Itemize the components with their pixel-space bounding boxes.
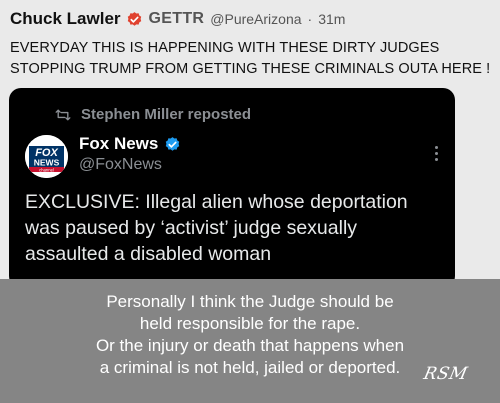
more-options-icon[interactable]	[433, 146, 439, 166]
separator-dot: ·	[307, 11, 313, 27]
handwritten-signature: RSM	[421, 364, 470, 384]
verified-badge-icon	[166, 136, 180, 151]
caption-line: held responsible for the rape.	[139, 314, 361, 333]
caption-line: Or the injury or death that happens when	[95, 336, 405, 355]
source-name[interactable]: Fox News	[79, 134, 158, 154]
embedded-headline: EXCLUSIVE: Illegal alien whose deportati…	[25, 189, 450, 267]
headline-line: was paused by ‘activist’ judge sexually	[25, 217, 358, 239]
source-handle[interactable]: @FoxNews	[79, 156, 162, 174]
repost-icon	[55, 109, 71, 120]
more-dot	[434, 152, 438, 155]
logo-text-news: NEWS	[34, 158, 60, 168]
logo-text-channel: channel	[39, 167, 54, 172]
caption-overlay: Personally I think the Judge should be h…	[0, 279, 500, 403]
author-handle[interactable]: @PureArizona	[210, 11, 301, 27]
fox-news-logo-icon: FOX NEWS channel	[25, 135, 68, 178]
verified-badge-icon	[127, 11, 141, 26]
source-name-row: Fox News	[79, 134, 181, 154]
embedded-post-card[interactable]: Stephen Miller reposted FOX NEWS channel…	[9, 88, 455, 288]
more-dot	[434, 146, 438, 149]
post-header: Chuck Lawler GETTR @PureArizona · 31m	[10, 8, 490, 30]
caption-line: Personally I think the Judge should be	[106, 292, 394, 311]
headline-line: EXCLUSIVE: Illegal alien whose deportati…	[25, 191, 408, 213]
repost-indicator: Stephen Miller reposted	[55, 106, 251, 123]
post-text-line: EVERYDAY THIS IS HAPPENING WITH THESE DI…	[10, 40, 440, 56]
headline-line: assaulted a disabled woman	[25, 243, 272, 265]
fox-news-logo-avatar[interactable]: FOX NEWS channel	[25, 135, 68, 178]
post-timestamp[interactable]: 31m	[318, 11, 345, 27]
author-name[interactable]: Chuck Lawler	[10, 9, 121, 29]
post-text-line: STOPPING TRUMP FROM GETTING THESE CRIMIN…	[10, 61, 491, 77]
post-text: EVERYDAY THIS IS HAPPENING WITH THESE DI…	[10, 38, 495, 80]
repost-label: Stephen Miller reposted	[81, 106, 252, 123]
more-dot	[434, 158, 438, 161]
platform-name: GETTR	[148, 10, 205, 27]
